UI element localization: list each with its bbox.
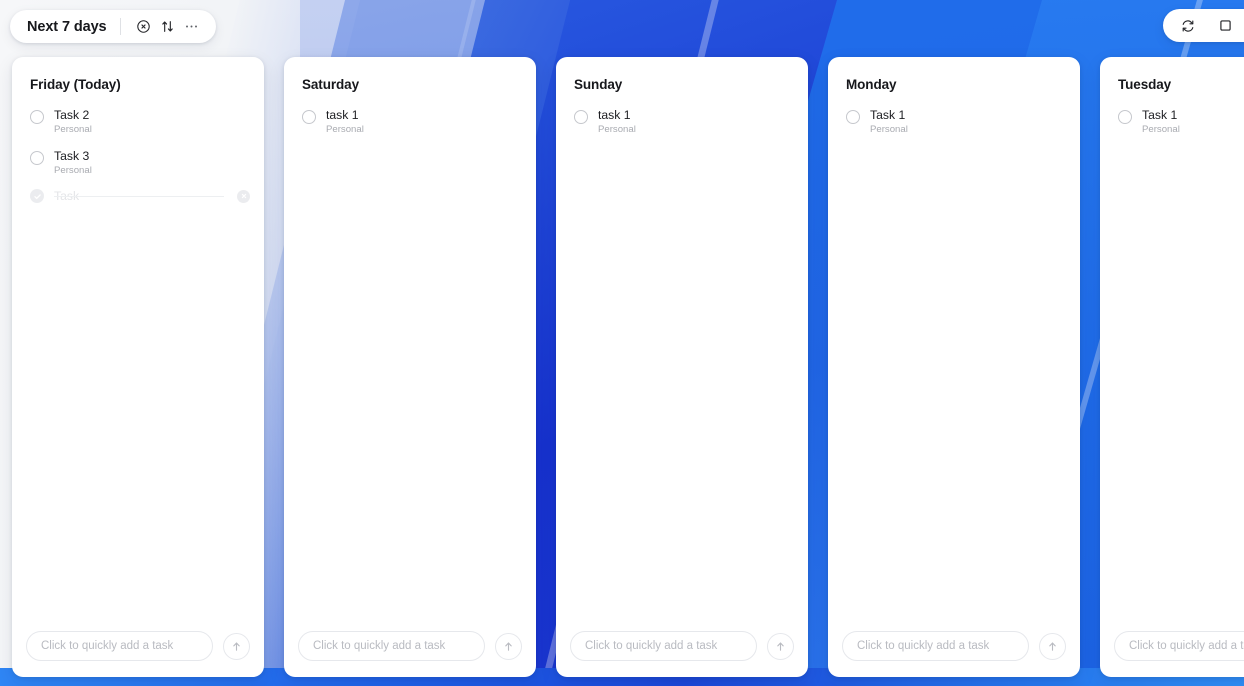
quick-add-input[interactable]: Click to quickly add a task (1114, 631, 1244, 661)
task-title: Task 2 (54, 108, 90, 122)
day-column-tuesday: Tuesday Task 1 Personal Click to quickly… (1100, 57, 1244, 677)
quick-add-bar: Click to quickly add a task (12, 631, 264, 677)
sync-icon[interactable] (1178, 16, 1198, 36)
quick-add-input[interactable]: Click to quickly add a task (570, 631, 757, 661)
task-checkbox[interactable] (30, 110, 44, 124)
column-title: Tuesday (1118, 77, 1172, 92)
column-title: Monday (846, 77, 897, 92)
task-checkbox[interactable] (574, 110, 588, 124)
remove-task-icon[interactable] (237, 189, 250, 203)
sort-arrows-icon[interactable] (156, 15, 180, 39)
column-header: Saturday (284, 57, 536, 92)
task-title: Task 3 (54, 148, 90, 163)
task-list: Task 2 Personal Task 3 Personal Task (12, 92, 264, 631)
view-toolbar: Next 7 days (10, 10, 216, 43)
task-checkbox-checked[interactable] (30, 189, 44, 204)
task-row[interactable]: task 1 Personal (570, 104, 794, 145)
task-title: Task 1 (1142, 108, 1178, 122)
quick-add-bar: Click to quickly add a task (1100, 631, 1244, 677)
task-row[interactable]: Task 3 Personal (26, 145, 250, 186)
arrow-up-icon[interactable] (767, 632, 794, 660)
task-row[interactable]: Task 1 Personal (1114, 104, 1244, 145)
task-row[interactable]: Task 1 Personal (842, 104, 1066, 145)
app-root: Next 7 days Friday (Today) Task 2 Person… (0, 0, 1244, 686)
task-list: Task 1 Personal (1100, 92, 1244, 631)
task-checkbox[interactable] (846, 110, 860, 124)
task-list-label: Personal (1142, 124, 1180, 136)
task-row-completed[interactable]: Task (26, 185, 250, 211)
square-icon[interactable] (1215, 16, 1235, 36)
day-column-sunday: Sunday task 1 Personal Click to quickly … (556, 57, 808, 677)
quick-add-input[interactable]: Click to quickly add a task (298, 631, 485, 661)
day-column-monday: Monday Task 1 Personal Click to quickly … (828, 57, 1080, 677)
day-column-friday: Friday (Today) Task 2 Personal Task 3 Pe… (12, 57, 264, 677)
circle-x-icon[interactable] (132, 15, 156, 39)
column-header: Sunday (556, 57, 808, 92)
task-list-label: Personal (54, 164, 92, 176)
column-header: Monday (828, 57, 1080, 92)
day-columns-board: Friday (Today) Task 2 Personal Task 3 Pe… (12, 57, 1244, 677)
quick-add-bar: Click to quickly add a task (828, 631, 1080, 677)
day-column-saturday: Saturday task 1 Personal Click to quickl… (284, 57, 536, 677)
task-list-label: Personal (870, 124, 908, 136)
window-controls (1163, 9, 1244, 42)
toolbar-divider (119, 18, 121, 35)
quick-add-bar: Click to quickly add a task (556, 631, 808, 677)
task-list: task 1 Personal (556, 92, 808, 631)
arrow-up-icon[interactable] (1039, 632, 1066, 660)
column-header: Friday (Today) (12, 57, 264, 92)
arrow-up-icon[interactable] (223, 632, 250, 660)
task-list-label: Personal (54, 124, 92, 136)
task-checkbox[interactable] (30, 150, 44, 165)
arrow-up-icon[interactable] (495, 632, 522, 660)
task-row[interactable]: task 1 Personal (298, 104, 522, 145)
task-checkbox[interactable] (1118, 110, 1132, 124)
task-list: Task 1 Personal (828, 92, 1080, 631)
task-checkbox[interactable] (302, 110, 316, 124)
task-list-label: Personal (326, 124, 364, 136)
task-title: task 1 (326, 108, 359, 122)
task-row[interactable]: Task 2 Personal (26, 104, 250, 145)
column-header: Tuesday (1100, 57, 1244, 92)
column-title: Sunday (574, 77, 623, 92)
task-title: task 1 (598, 108, 631, 122)
quick-add-bar: Click to quickly add a task (284, 631, 536, 677)
quick-add-input[interactable]: Click to quickly add a task (26, 631, 213, 661)
quick-add-input[interactable]: Click to quickly add a task (842, 631, 1029, 661)
page-title: Next 7 days (27, 18, 107, 35)
task-list: task 1 Personal (284, 92, 536, 631)
column-title: Saturday (302, 77, 359, 92)
column-title: Friday (Today) (30, 77, 121, 92)
strikethrough-line (54, 196, 224, 198)
task-list-label: Personal (598, 124, 636, 136)
ellipsis-icon[interactable] (180, 15, 204, 39)
task-title: Task 1 (870, 108, 906, 122)
